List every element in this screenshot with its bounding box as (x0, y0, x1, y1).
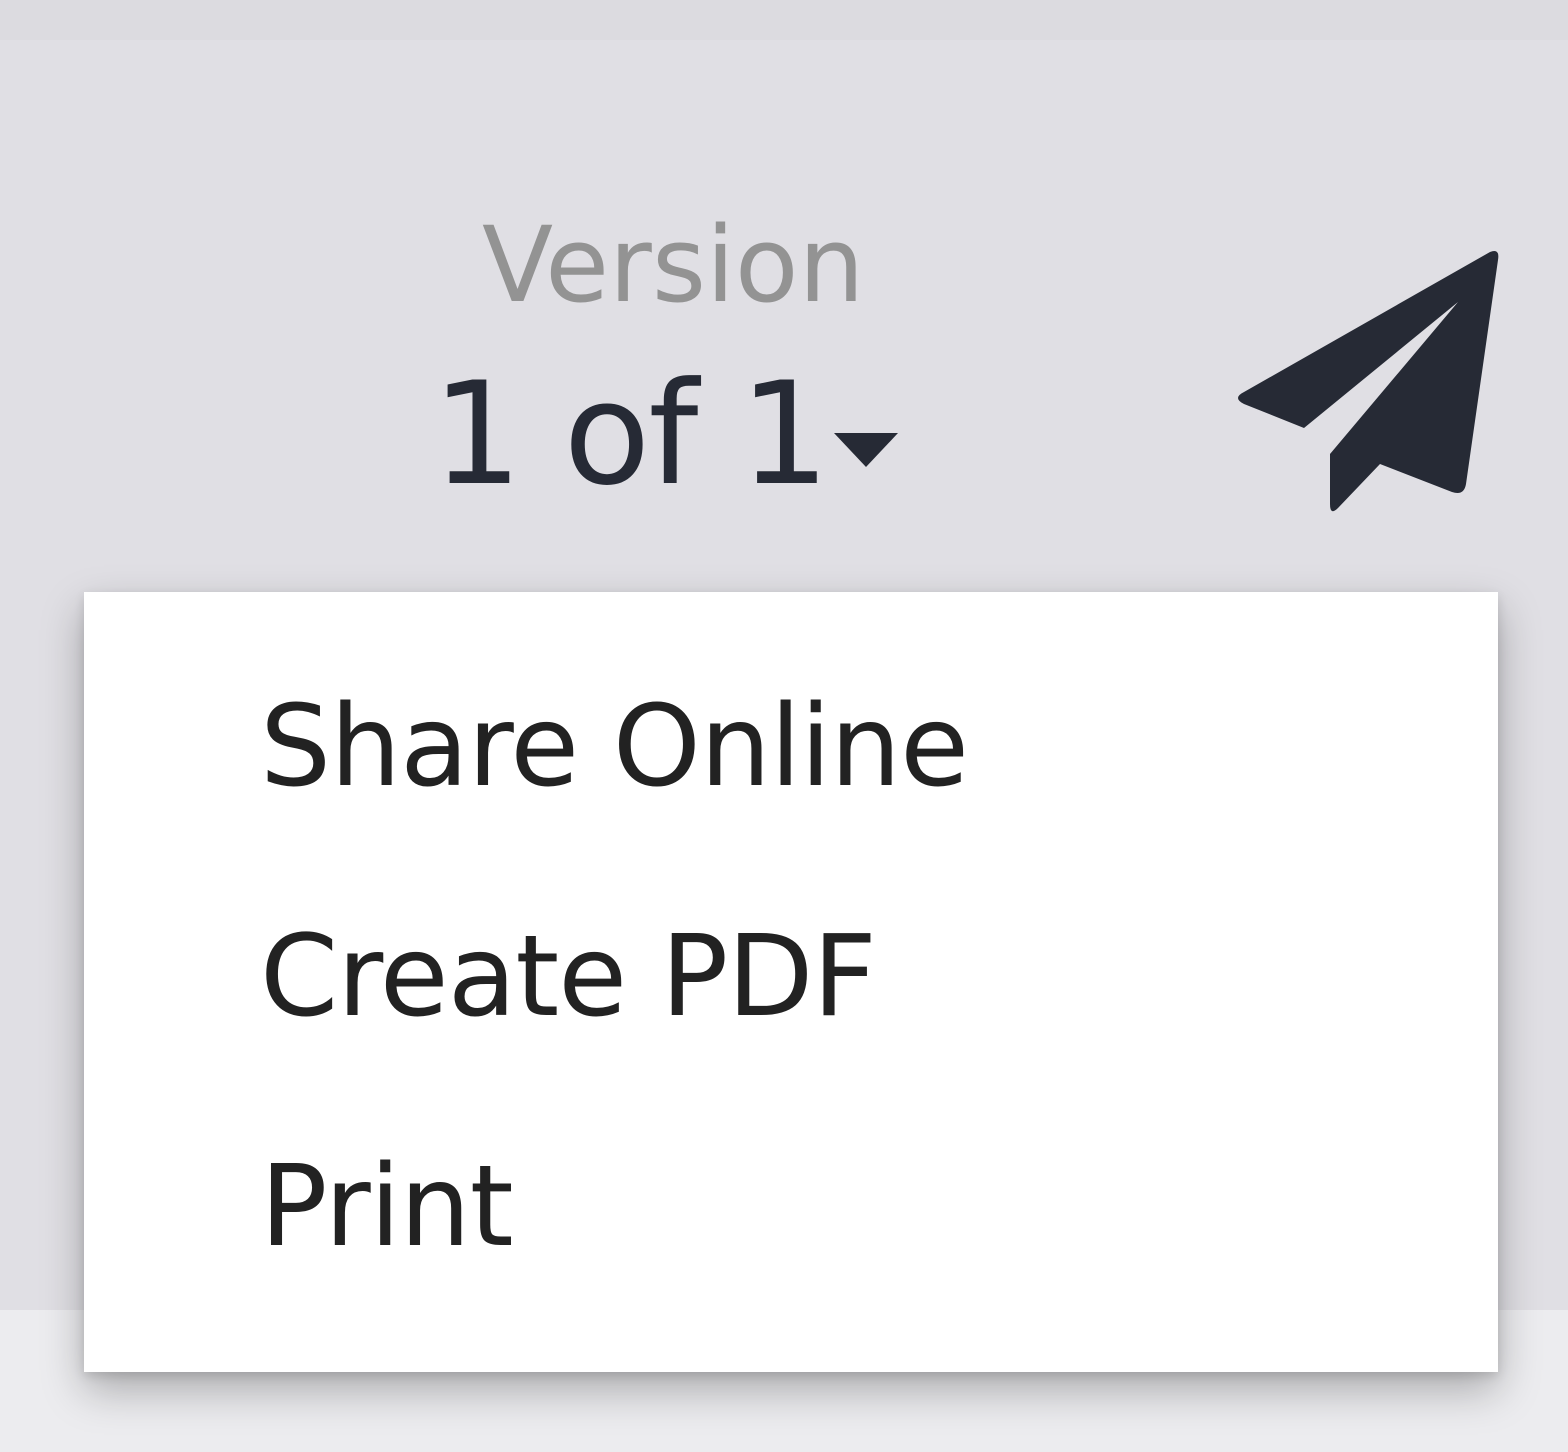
share-menu: Share Online Create PDF Print (84, 592, 1498, 1372)
version-label: Version (482, 204, 865, 326)
share-button[interactable] (1228, 246, 1508, 522)
version-dropdown[interactable]: 1 of 1 (432, 355, 898, 515)
menu-item-share-online[interactable]: Share Online (84, 632, 1498, 862)
paper-plane-icon (1238, 251, 1499, 512)
top-strip (0, 0, 1568, 40)
menu-item-label: Share Online (260, 682, 969, 812)
menu-item-label: Print (260, 1142, 514, 1272)
menu-item-create-pdf[interactable]: Create PDF (84, 862, 1498, 1092)
caret-down-icon (833, 433, 898, 467)
menu-item-label: Create PDF (260, 912, 877, 1042)
version-selector: Version 1 of 1 (420, 205, 920, 525)
menu-item-print[interactable]: Print (84, 1092, 1498, 1322)
version-value: 1 of 1 (432, 352, 830, 517)
